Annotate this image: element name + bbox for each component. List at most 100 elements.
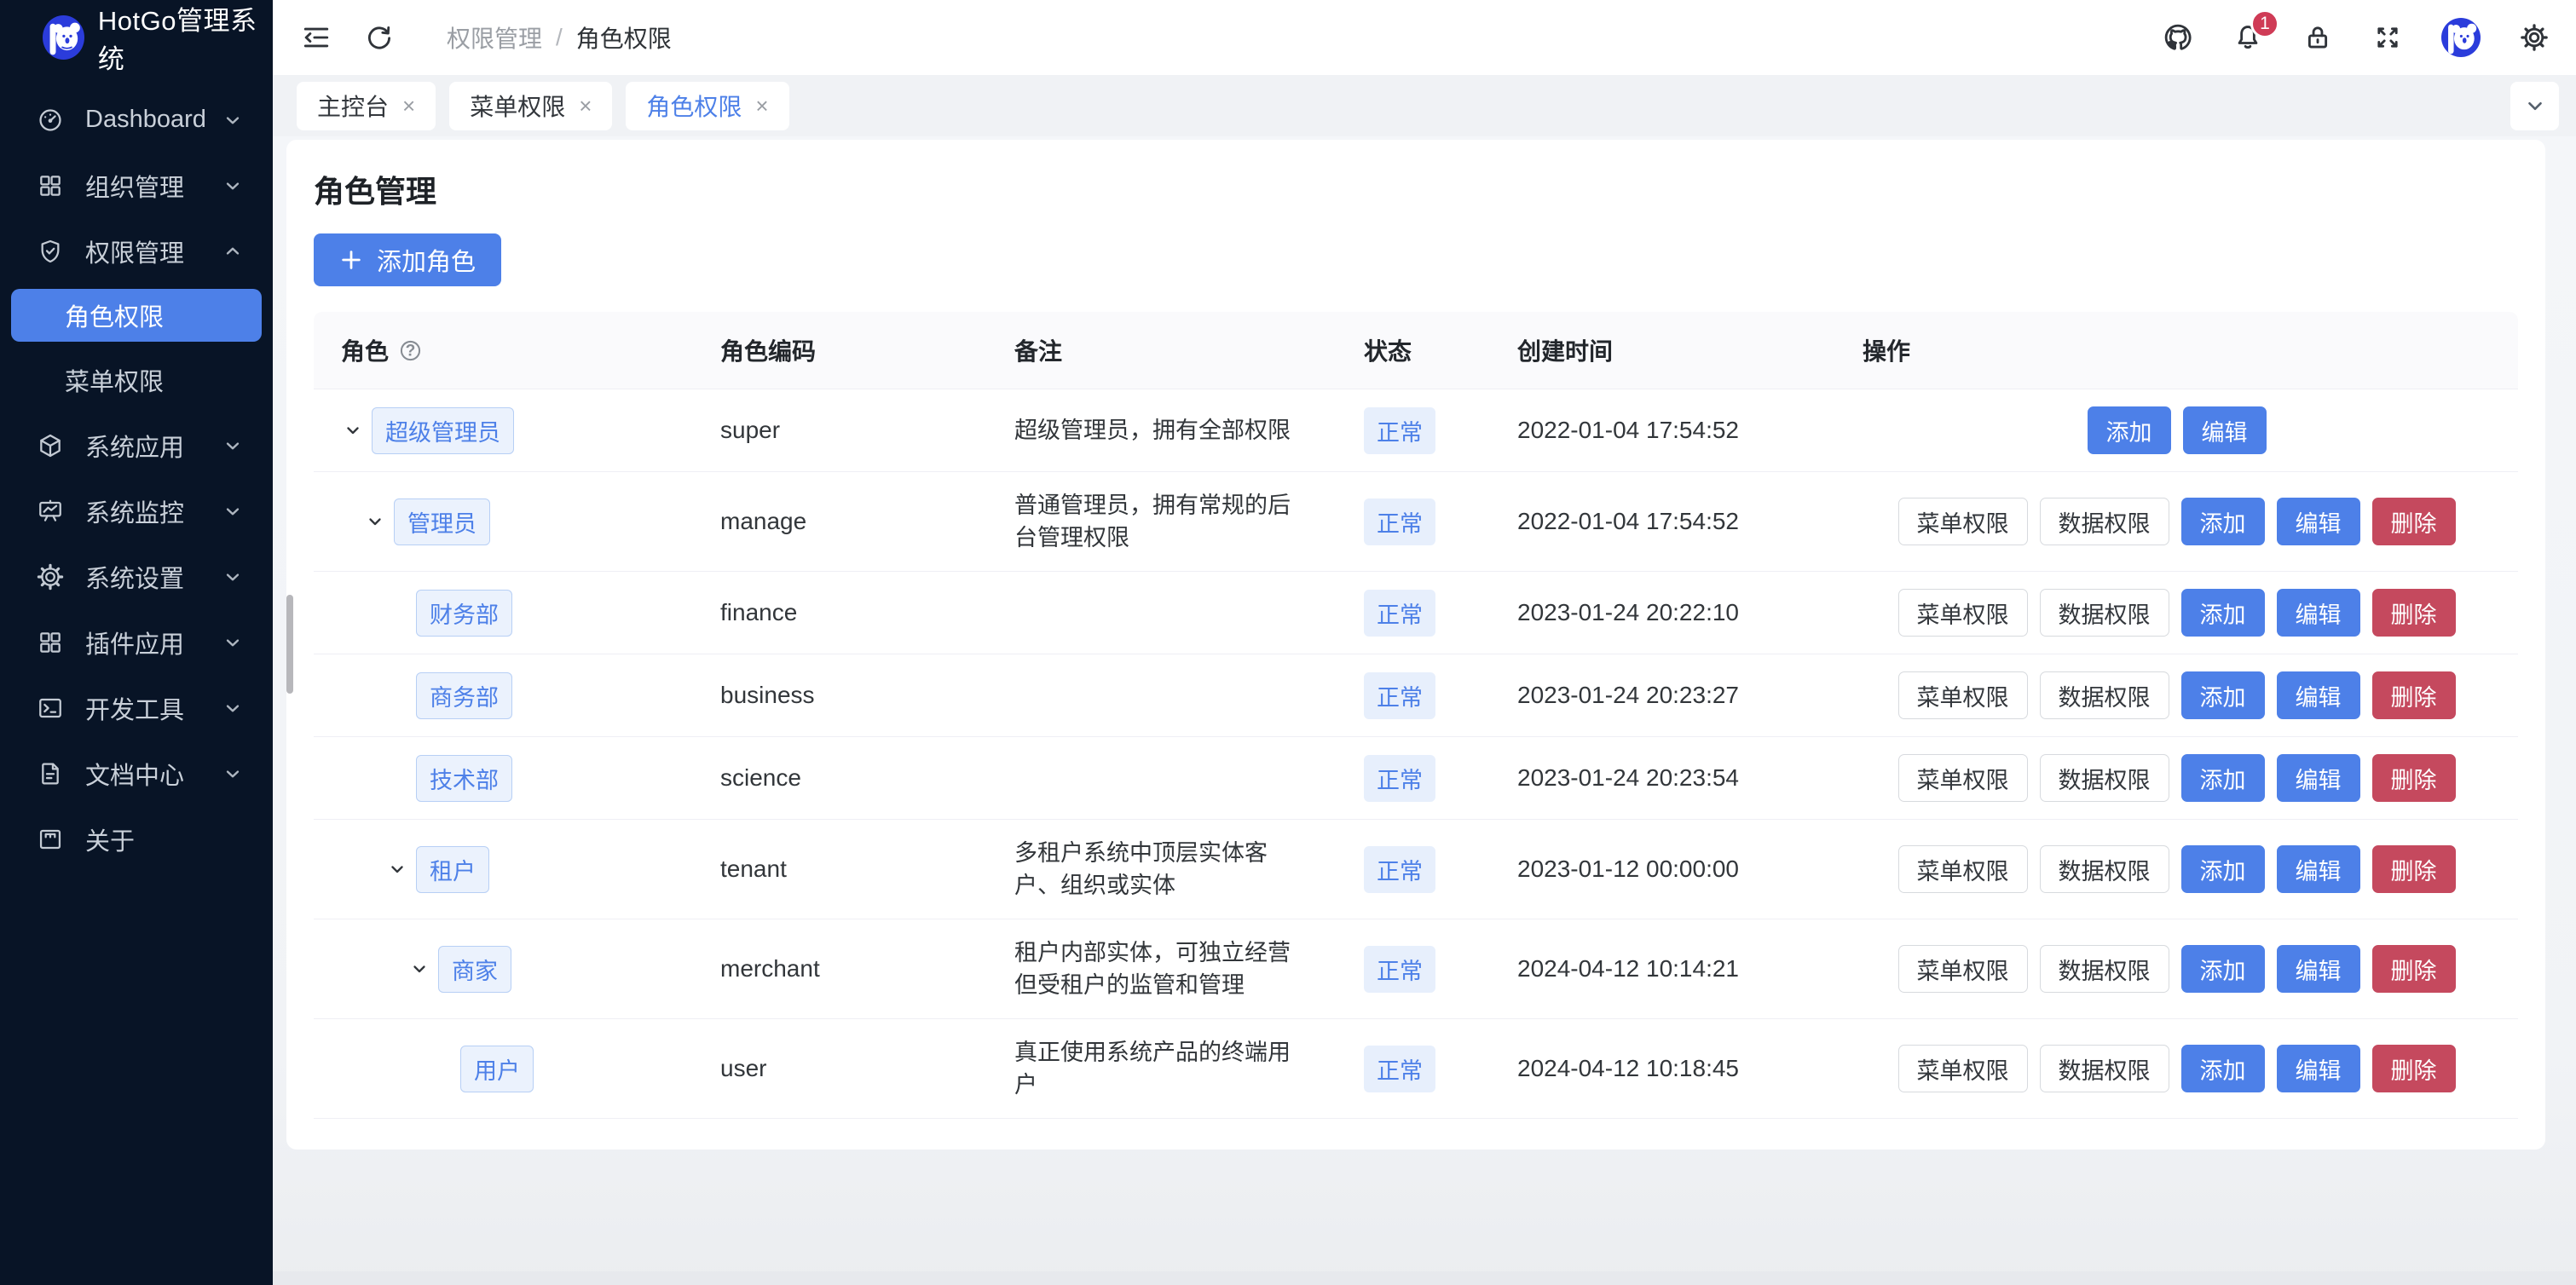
tab-role-permissions[interactable]: 角色权限 × [626, 82, 788, 130]
breadcrumb-parent[interactable]: 权限管理 [447, 20, 542, 55]
row-action-data-perm-button[interactable]: 数据权限 [2040, 589, 2169, 637]
expand-toggle[interactable] [341, 418, 365, 442]
row-action-data-perm-button[interactable]: 数据权限 [2040, 754, 2169, 802]
help-circle-icon[interactable]: ? [399, 339, 422, 362]
row-action-delete-button[interactable]: 删除 [2372, 589, 2456, 637]
row-action-edit-button[interactable]: 编辑 [2183, 406, 2267, 454]
fullscreen-icon[interactable] [2371, 21, 2404, 54]
row-action-delete-button[interactable]: 删除 [2372, 1045, 2456, 1092]
tab-console[interactable]: 主控台 × [297, 82, 436, 130]
row-action-menu-perm-button[interactable]: 菜单权限 [1898, 845, 2028, 893]
row-action-add-button[interactable]: 添加 [2181, 845, 2265, 893]
tab-list-dropdown[interactable] [2510, 82, 2559, 130]
chevron-down-icon [222, 109, 244, 131]
row-actions: 菜单权限数据权限添加编辑删除 [1863, 845, 2491, 893]
close-icon[interactable]: × [402, 93, 415, 119]
row-action-add-button[interactable]: 添加 [2181, 589, 2265, 637]
sidebar-item-permissions[interactable]: 权限管理 [0, 218, 273, 284]
created-time-cell: 2024-04-12 10:14:21 [1490, 919, 1835, 1019]
settings-gear-icon[interactable] [2518, 21, 2550, 54]
status-badge: 正常 [1364, 1046, 1435, 1092]
row-action-data-perm-button[interactable]: 数据权限 [2040, 671, 2169, 719]
sidebar-item-docs[interactable]: 文档中心 [0, 740, 273, 806]
github-icon[interactable] [2162, 21, 2194, 54]
sidebar-item-label: 权限管理 [85, 233, 222, 269]
role-remark-cell [987, 654, 1337, 737]
close-icon[interactable]: × [579, 93, 592, 119]
plus-icon [339, 248, 363, 272]
status-badge: 正常 [1364, 946, 1435, 993]
sidebar-item-system-apps[interactable]: 系统应用 [0, 412, 273, 478]
role-name-tag[interactable]: 财务部 [416, 590, 512, 637]
chevron-down-icon [222, 175, 244, 197]
row-action-delete-button[interactable]: 删除 [2372, 845, 2456, 893]
refresh-icon[interactable] [363, 21, 396, 54]
row-action-menu-perm-button[interactable]: 菜单权限 [1898, 498, 2028, 545]
chevron-down-icon [365, 511, 385, 532]
add-role-button[interactable]: 添加角色 [314, 233, 501, 286]
row-action-add-button[interactable]: 添加 [2088, 406, 2171, 454]
role-name-tag[interactable]: 技术部 [416, 755, 512, 802]
row-action-add-button[interactable]: 添加 [2181, 498, 2265, 545]
sidebar-item-dashboard[interactable]: Dashboard [0, 87, 273, 153]
row-action-add-button[interactable]: 添加 [2181, 671, 2265, 719]
row-action-delete-button[interactable]: 删除 [2372, 671, 2456, 719]
chevron-down-icon [222, 566, 244, 588]
row-action-add-button[interactable]: 添加 [2181, 1045, 2265, 1092]
chevron-down-icon [222, 697, 244, 719]
row-action-edit-button[interactable]: 编辑 [2277, 589, 2360, 637]
role-name-tag[interactable]: 商务部 [416, 672, 512, 719]
expand-toggle[interactable] [407, 957, 431, 981]
close-icon[interactable]: × [755, 93, 768, 119]
frame-icon [36, 825, 65, 854]
tree-indent [341, 695, 385, 696]
chevron-down-icon [2524, 95, 2546, 117]
row-action-edit-button[interactable]: 编辑 [2277, 498, 2360, 545]
row-action-edit-button[interactable]: 编辑 [2277, 754, 2360, 802]
sidebar-item-about[interactable]: 关于 [0, 806, 273, 872]
row-action-delete-button[interactable]: 删除 [2372, 945, 2456, 993]
row-action-data-perm-button[interactable]: 数据权限 [2040, 945, 2169, 993]
row-action-data-perm-button[interactable]: 数据权限 [2040, 845, 2169, 893]
row-action-edit-button[interactable]: 编辑 [2277, 845, 2360, 893]
sidebar-item-dev-tools[interactable]: 开发工具 [0, 675, 273, 740]
row-action-menu-perm-button[interactable]: 菜单权限 [1898, 589, 2028, 637]
row-action-menu-perm-button[interactable]: 菜单权限 [1898, 1045, 2028, 1092]
row-action-add-button[interactable]: 添加 [2181, 945, 2265, 993]
sidebar-item-role-permissions[interactable]: 角色权限 [11, 289, 262, 342]
sidebar-item-plugins[interactable]: 插件应用 [0, 609, 273, 675]
tab-menu-permissions[interactable]: 菜单权限 × [449, 82, 612, 130]
sidebar-item-system-monitor[interactable]: 系统监控 [0, 478, 273, 544]
role-name-tag[interactable]: 租户 [416, 846, 489, 893]
role-name-tag[interactable]: 商家 [438, 946, 511, 993]
row-action-delete-button[interactable]: 删除 [2372, 754, 2456, 802]
row-action-edit-button[interactable]: 编辑 [2277, 671, 2360, 719]
sidebar-subitem-label: 角色权限 [65, 297, 164, 333]
row-action-menu-perm-button[interactable]: 菜单权限 [1898, 945, 2028, 993]
row-action-delete-button[interactable]: 删除 [2372, 498, 2456, 545]
role-name-tag[interactable]: 用户 [460, 1046, 534, 1092]
app-logo[interactable]: HotGo管理系统 [0, 0, 273, 75]
role-name-tag[interactable]: 管理员 [394, 498, 490, 545]
sidebar-item-system-settings[interactable]: 系统设置 [0, 544, 273, 609]
row-action-edit-button[interactable]: 编辑 [2277, 945, 2360, 993]
bell-icon[interactable]: 1 [2232, 21, 2264, 54]
lock-icon[interactable] [2302, 21, 2334, 54]
sidebar-item-menu-permissions[interactable]: 菜单权限 [0, 347, 273, 412]
role-name-tag[interactable]: 超级管理员 [372, 407, 514, 454]
row-action-menu-perm-button[interactable]: 菜单权限 [1898, 671, 2028, 719]
menu-fold-icon[interactable] [300, 21, 332, 54]
expand-toggle[interactable] [363, 510, 387, 533]
row-action-edit-button[interactable]: 编辑 [2277, 1045, 2360, 1092]
sidebar-item-organization[interactable]: 组织管理 [0, 153, 273, 218]
sidebar-menu: Dashboard 组织管理 权限管理 角色权限 [0, 75, 273, 1285]
user-avatar[interactable] [2441, 18, 2481, 57]
created-time-cell: 2022-01-04 17:54:52 [1490, 472, 1835, 572]
row-action-add-button[interactable]: 添加 [2181, 754, 2265, 802]
vertical-scrollbar[interactable] [286, 595, 293, 694]
row-action-data-perm-button[interactable]: 数据权限 [2040, 498, 2169, 545]
row-action-menu-perm-button[interactable]: 菜单权限 [1898, 754, 2028, 802]
expand-toggle[interactable] [385, 857, 409, 881]
row-action-data-perm-button[interactable]: 数据权限 [2040, 1045, 2169, 1092]
table-row: 财务部 finance 正常 2023-01-24 20:22:10 菜单权限数… [314, 572, 2518, 654]
